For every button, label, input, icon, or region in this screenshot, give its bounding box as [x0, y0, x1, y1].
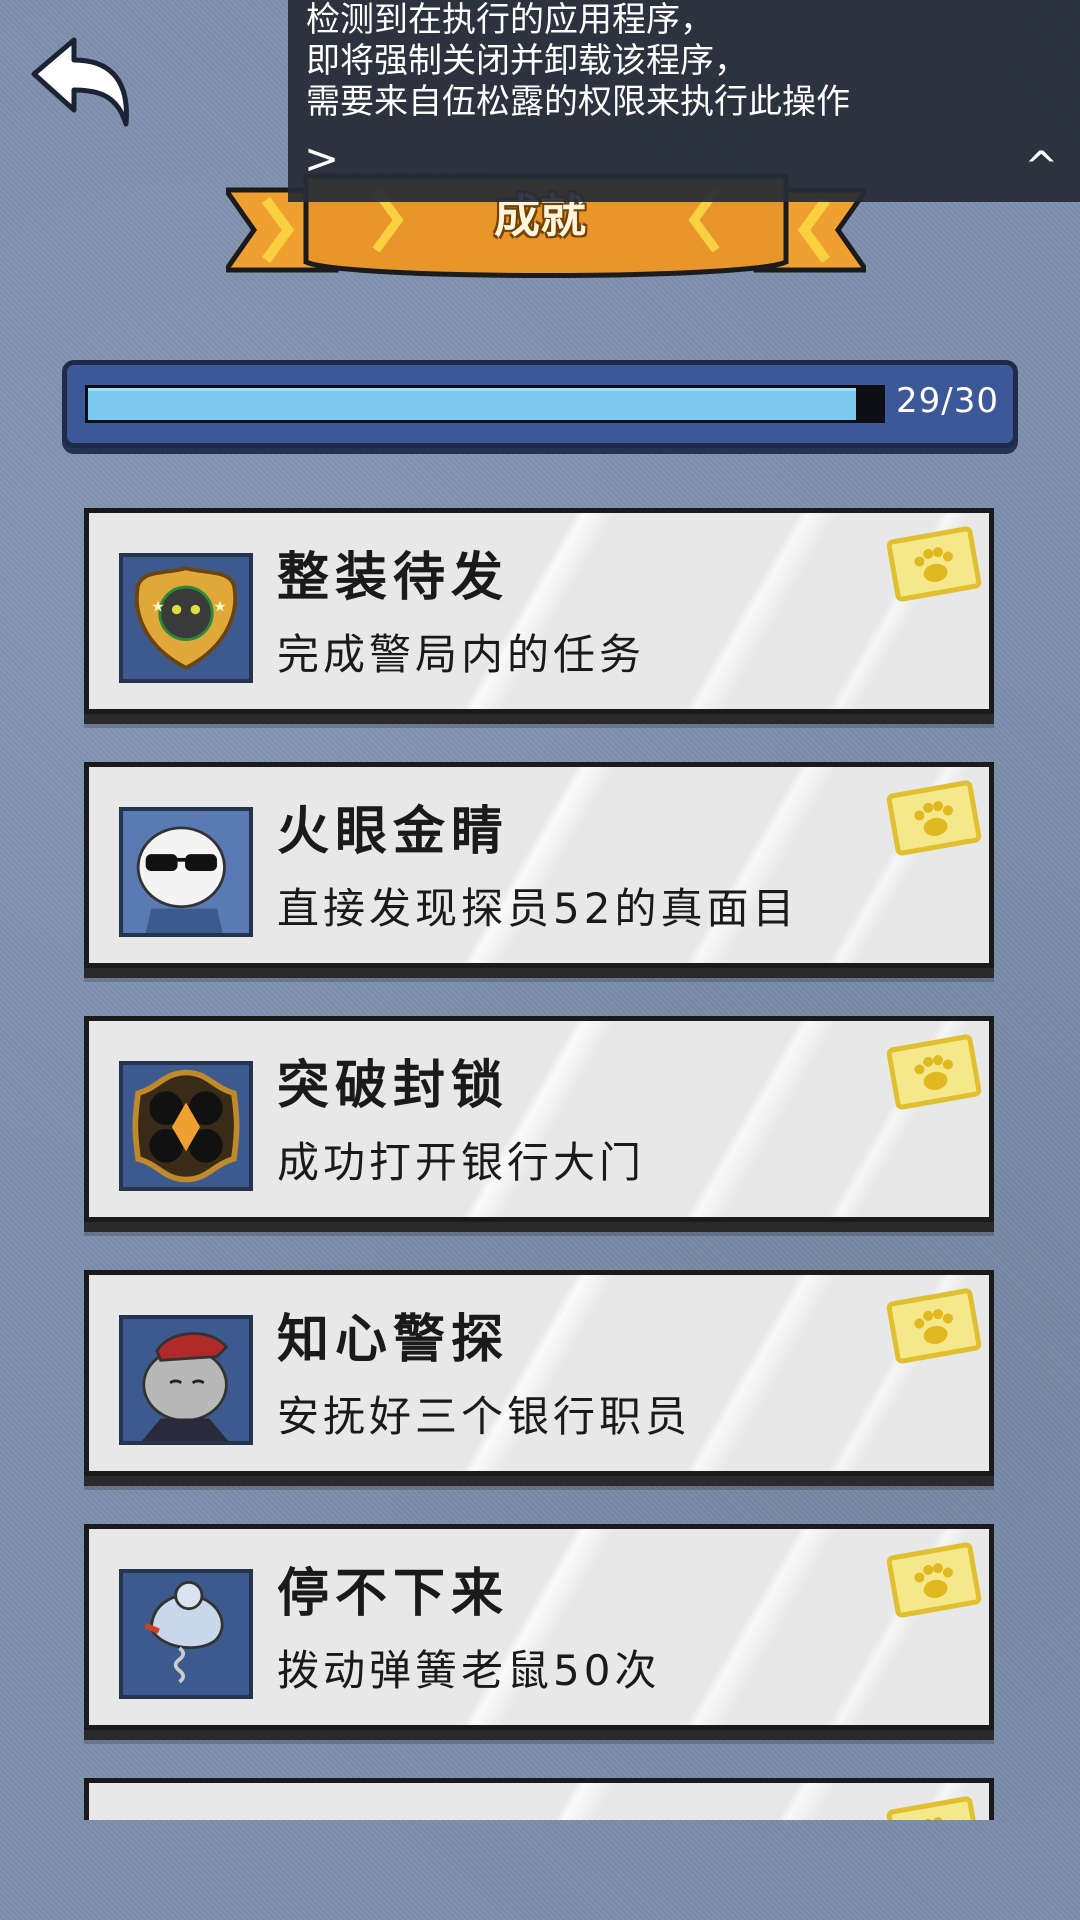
achievement-description: 成功打开银行大门 [277, 1138, 646, 1187]
alert-line: 即将强制关闭并卸载该程序， [306, 41, 748, 81]
achievement-title: 突破封锁 [277, 1056, 510, 1116]
spring-mouse-toy-icon [119, 1569, 253, 1699]
achievement-card[interactable]: 突破封锁 成功打开银行大门 [84, 1016, 994, 1222]
achievement-title: 停不下来 [277, 1564, 510, 1624]
achievement-card[interactable]: 知心警探 安抚好三个银行职员 [84, 1270, 994, 1476]
achievement-title: 电路高手 [277, 1805, 509, 1820]
police-badge-cat-icon: ★ ★ [119, 553, 253, 683]
collapse-caret-icon[interactable]: ^ [1024, 146, 1058, 188]
svg-text:★: ★ [213, 597, 226, 615]
achievement-description: 直接发现探员52的真面目 [277, 884, 799, 933]
vault-lock-icon [119, 1061, 253, 1191]
sunglasses-cat-agent-icon [119, 807, 253, 937]
achievement-list[interactable]: ★ ★ 整装待发 完成警局内的任务 火眼金睛 直接发现探员52的真面目 突破封锁… [0, 0, 1080, 1820]
paw-stamp-icon [886, 1796, 982, 1820]
achievement-card[interactable]: 停不下来 拨动弹簧老鼠50次 [84, 1524, 994, 1730]
permission-alert-overlay[interactable]: 检测到在执行的应用程序， 即将强制关闭并卸载该程序， 需要来自伍松露的权限来执行… [288, 0, 1080, 202]
achievement-card[interactable]: 火眼金睛 直接发现探员52的真面目 [84, 762, 994, 968]
achievement-card[interactable]: 电路高手 [84, 1778, 994, 1820]
achievement-title: 整装待发 [277, 548, 510, 608]
achievement-description: 拨动弹簧老鼠50次 [277, 1646, 661, 1695]
expand-chevron-icon[interactable]: > [304, 138, 339, 180]
alert-line: 需要来自伍松露的权限来执行此操作 [306, 82, 850, 122]
achievement-title: 知心警探 [277, 1310, 510, 1370]
paw-stamp-icon [886, 1034, 982, 1110]
bank-clerk-cat-icon [119, 1315, 253, 1445]
alert-message: 检测到在执行的应用程序， 即将强制关闭并卸载该程序， 需要来自伍松露的权限来执行… [306, 0, 850, 123]
paw-stamp-icon [886, 780, 982, 856]
achievement-description: 完成警局内的任务 [277, 630, 646, 679]
achievement-card[interactable]: ★ ★ 整装待发 完成警局内的任务 [84, 508, 994, 714]
achievement-description: 安抚好三个银行职员 [277, 1392, 692, 1441]
svg-text:★: ★ [151, 597, 164, 615]
paw-stamp-icon [886, 1288, 982, 1364]
alert-line: 检测到在执行的应用程序， [306, 0, 714, 40]
achievement-title: 火眼金睛 [277, 802, 510, 862]
paw-stamp-icon [886, 1542, 982, 1618]
paw-stamp-icon [886, 526, 982, 602]
